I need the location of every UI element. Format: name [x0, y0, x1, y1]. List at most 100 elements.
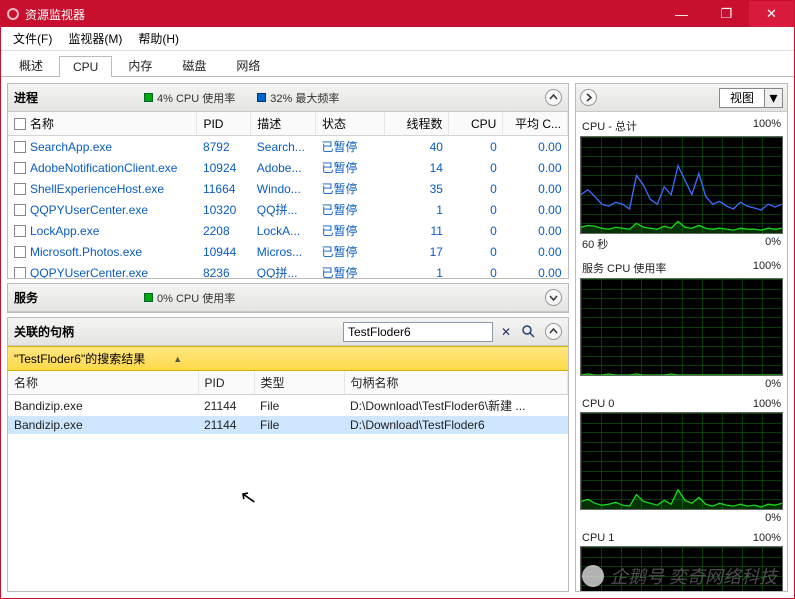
table-row[interactable]: QQPYUserCenter.exe8236QQ拼...已暂停100.00	[8, 262, 568, 278]
tab-overview[interactable]: 概述	[5, 53, 57, 77]
select-all-checkbox[interactable]	[14, 118, 26, 130]
handles-results-banner: "TestFloder6"的搜索结果 ▲	[8, 346, 568, 371]
services-title: 服务	[14, 289, 144, 306]
row-checkbox[interactable]	[14, 246, 26, 258]
services-panel: 服务 0% CPU 使用率	[7, 283, 569, 313]
title-bar[interactable]: 资源监视器 — ❐ ✕	[1, 1, 794, 27]
table-row[interactable]: Microsoft.Photos.exe10944Micros...已暂停170…	[8, 241, 568, 262]
processes-header[interactable]: 进程 4% CPU 使用率 32% 最大频率	[8, 84, 568, 112]
services-header[interactable]: 服务 0% CPU 使用率	[8, 284, 568, 312]
right-pane-header: 视图 ▾	[576, 84, 787, 112]
expand-services-button[interactable]	[545, 289, 562, 306]
collapse-handles-button[interactable]	[545, 323, 562, 340]
green-square-icon	[144, 93, 153, 102]
table-row[interactable]: ShellExperienceHost.exe11664Windo...已暂停3…	[8, 178, 568, 199]
processes-title: 进程	[14, 89, 144, 106]
handles-search-input[interactable]	[343, 322, 493, 342]
minimize-button[interactable]: —	[659, 1, 704, 27]
graph-canvas	[580, 412, 783, 510]
row-checkbox[interactable]	[14, 141, 26, 153]
graph-block: 服务 CPU 使用率100% 0%	[580, 258, 783, 392]
main-tabs: 概述 CPU 内存 磁盘 网络	[1, 51, 794, 77]
handles-table: 名称 PID 类型 句柄名称	[8, 371, 568, 395]
graph-canvas	[580, 278, 783, 376]
clear-search-button[interactable]: ✕	[497, 323, 515, 341]
handles-table-body[interactable]: Bandizip.exe21144FileD:\Download\TestFlo…	[8, 395, 568, 513]
handles-search-row: ✕	[343, 322, 541, 342]
table-row[interactable]: LockApp.exe2208LockA...已暂停1100.00	[8, 220, 568, 241]
svc-cpu-text: 0% CPU 使用率	[157, 290, 235, 306]
cpu-usage-text: 4% CPU 使用率	[157, 90, 235, 106]
blue-square-icon	[257, 93, 266, 102]
row-checkbox[interactable]	[14, 225, 26, 237]
menu-bar: 文件(F) 监视器(M) 帮助(H)	[1, 27, 794, 51]
max-freq-metric: 32% 最大频率	[257, 90, 339, 106]
col-cpu[interactable]: CPU	[449, 112, 503, 136]
handles-panel: 关联的句柄 ✕ "TestFloder6"的搜索结果 ▲ 名称	[7, 317, 569, 592]
hcol-type[interactable]: 类型	[254, 371, 344, 395]
svc-cpu-metric: 0% CPU 使用率	[144, 290, 235, 306]
col-threads[interactable]: 线程数	[384, 112, 449, 136]
results-label: "TestFloder6"的搜索结果	[14, 350, 145, 367]
graph-block: CPU 1 100%	[580, 530, 783, 591]
tab-cpu[interactable]: CPU	[59, 56, 112, 77]
table-row[interactable]: QQPYUserCenter.exe10320QQ拼...已暂停100.00	[8, 199, 568, 220]
green-square-icon	[144, 293, 153, 302]
graph-title: CPU 1	[582, 532, 614, 544]
col-state[interactable]: 状态	[315, 112, 384, 136]
graph-max: 100%	[753, 118, 781, 134]
sort-indicator-icon: ▲	[173, 354, 182, 364]
tab-disk[interactable]: 磁盘	[168, 53, 220, 77]
graph-title: CPU 0	[582, 398, 614, 410]
col-avg[interactable]: 平均 C...	[503, 112, 568, 136]
table-row[interactable]: Bandizip.exe21144FileD:\Download\TestFlo…	[8, 416, 568, 434]
menu-help[interactable]: 帮助(H)	[130, 28, 187, 49]
view-dropdown[interactable]: 视图 ▾	[719, 88, 783, 108]
max-freq-text: 32% 最大频率	[270, 90, 339, 106]
processes-panel: 进程 4% CPU 使用率 32% 最大频率 名称 PID 描述 状态 线程数	[7, 83, 569, 279]
hcol-pid[interactable]: PID	[198, 371, 254, 395]
row-checkbox[interactable]	[14, 267, 26, 279]
col-name[interactable]: 名称	[8, 112, 197, 136]
search-button[interactable]	[519, 323, 537, 341]
processes-table-body[interactable]: 名称 PID 描述 状态 线程数 CPU 平均 C... SearchApp.e…	[8, 112, 568, 278]
close-button[interactable]: ✕	[749, 1, 794, 27]
graph-title: CPU - 总计	[582, 118, 637, 134]
graph-block: CPU - 总计 100% 60 秒 0%	[580, 116, 783, 254]
col-desc[interactable]: 描述	[251, 112, 316, 136]
graph-canvas	[580, 136, 783, 234]
maximize-button[interactable]: ❐	[704, 1, 749, 27]
table-row[interactable]: SearchApp.exe8792Search...已暂停4000.00	[8, 136, 568, 158]
graph-max: 100%	[753, 398, 781, 410]
row-checkbox[interactable]	[14, 204, 26, 216]
row-checkbox[interactable]	[14, 162, 26, 174]
window-title: 资源监视器	[25, 6, 659, 23]
graph-max: 100%	[753, 532, 781, 544]
row-checkbox[interactable]	[14, 183, 26, 195]
col-pid[interactable]: PID	[197, 112, 251, 136]
graph-canvas	[580, 546, 783, 591]
left-pane: 进程 4% CPU 使用率 32% 最大频率 名称 PID 描述 状态 线程数	[7, 83, 569, 592]
app-icon	[7, 8, 19, 20]
graph-footer-right: 0%	[765, 236, 781, 252]
collapse-right-button[interactable]	[580, 89, 597, 106]
table-row[interactable]: Bandizip.exe21144FileD:\Download\TestFlo…	[8, 395, 568, 416]
tab-network[interactable]: 网络	[222, 53, 274, 77]
graph-footer-right: 0%	[765, 512, 781, 524]
handles-header[interactable]: 关联的句柄 ✕	[8, 318, 568, 346]
hcol-handle[interactable]: 句柄名称	[344, 371, 568, 395]
handles-title: 关联的句柄	[14, 323, 74, 340]
processes-table: 名称 PID 描述 状态 线程数 CPU 平均 C... SearchApp.e…	[8, 112, 568, 278]
chevron-down-icon[interactable]: ▾	[765, 88, 783, 108]
graph-title: 服务 CPU 使用率	[582, 260, 666, 276]
table-row[interactable]: AdobeNotificationClient.exe10924Adobe...…	[8, 157, 568, 178]
graph-footer-left: 60 秒	[582, 236, 608, 252]
graphs-container[interactable]: CPU - 总计100% 60 秒0% 服务 CPU 使用率100% 0% CP…	[576, 112, 787, 591]
menu-file[interactable]: 文件(F)	[5, 28, 60, 49]
collapse-processes-button[interactable]	[545, 89, 562, 106]
graph-footer-right: 0%	[765, 378, 781, 390]
menu-monitor[interactable]: 监视器(M)	[60, 28, 130, 49]
graph-block: CPU 0 100% 0%	[580, 396, 783, 526]
tab-memory[interactable]: 内存	[114, 53, 166, 77]
hcol-name[interactable]: 名称	[8, 371, 198, 395]
